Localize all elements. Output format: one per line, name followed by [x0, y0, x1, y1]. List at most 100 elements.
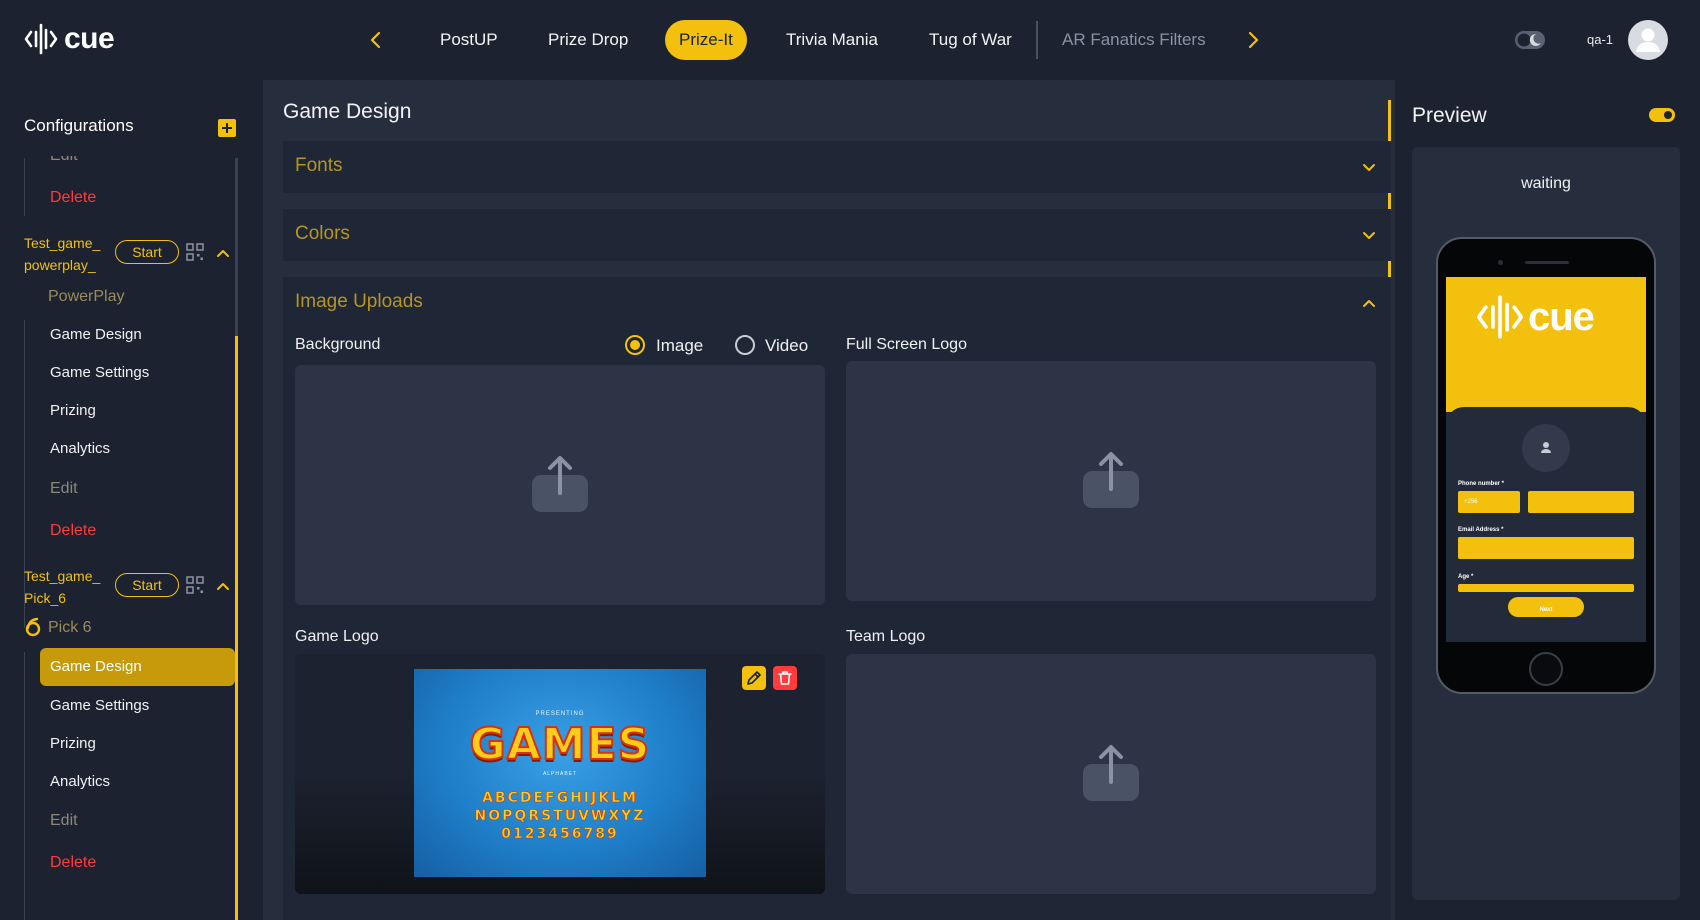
game-name[interactable]: Test_game_ Pick_6 — [24, 565, 116, 609]
upload-icon — [1083, 745, 1139, 801]
user-icon — [1541, 442, 1551, 453]
upload-icon — [532, 456, 588, 512]
logo-presenting-text: PRESENTING — [535, 711, 585, 717]
game-logo-image: PRESENTING GAMES ALPHABET ABCDEFGHIJKLM … — [414, 669, 706, 877]
tab-prize-drop[interactable]: Prize Drop — [548, 20, 628, 60]
section-title[interactable]: Colors — [295, 223, 350, 245]
sidebar-item-game-design[interactable]: Game Design — [50, 326, 142, 343]
theme-toggle-icon[interactable] — [1514, 30, 1546, 50]
country-code-select: +256 — [1458, 491, 1520, 513]
upload-icon — [1083, 452, 1139, 508]
pencil-icon — [747, 671, 761, 685]
start-button[interactable]: Start — [115, 573, 179, 597]
background-dropzone[interactable] — [295, 365, 825, 605]
age-input — [1458, 584, 1634, 592]
tab-trivia-mania[interactable]: Trivia Mania — [786, 20, 878, 60]
edit-button[interactable]: Edit — [50, 480, 78, 498]
user-icon — [1636, 28, 1660, 52]
full-screen-logo-dropzone[interactable] — [846, 361, 1376, 601]
start-button[interactable]: Start — [115, 240, 179, 264]
tab-divider — [1036, 21, 1038, 59]
tab-ar-fanatics-filters[interactable]: AR Fanatics Filters — [1062, 20, 1206, 60]
radio-video[interactable] — [735, 335, 755, 355]
logo-alphabet-row: NOPQRSTUVWXYZ — [474, 808, 646, 825]
phone-camera — [1498, 260, 1503, 265]
delete-logo-button[interactable] — [773, 666, 797, 690]
tab-postup[interactable]: PostUP — [440, 20, 498, 60]
chevron-left-icon[interactable] — [366, 28, 386, 52]
radio-image-label[interactable]: Image — [656, 336, 703, 356]
sidebar-item-prizing[interactable]: Prizing — [50, 735, 96, 752]
phone-logo: cue — [1476, 293, 1595, 341]
game-design-panel: Game Design Fonts Colors Image Uploads B… — [263, 80, 1395, 920]
phone-home-button — [1529, 652, 1563, 686]
phone-speaker — [1525, 261, 1569, 264]
phone-mockup: cue Phone number * +256 Email Address * … — [1436, 237, 1656, 694]
preview-card: waiting cue Phone number * +256 Email Ad… — [1412, 147, 1680, 900]
age-label: Age * — [1458, 574, 1474, 580]
logo-alphabet-row: ABCDEFGHIJKLM — [482, 790, 638, 807]
radio-video-label[interactable]: Video — [765, 336, 808, 356]
add-configuration-button[interactable] — [218, 119, 236, 137]
preview-title: Preview — [1412, 104, 1487, 127]
sidebar-item-analytics[interactable]: Analytics — [50, 773, 110, 790]
game-logo-dropzone[interactable]: PRESENTING GAMES ALPHABET ABCDEFGHIJKLM … — [295, 654, 825, 894]
phone-header: cue — [1446, 277, 1646, 412]
sidebar-item-analytics[interactable]: Analytics — [50, 440, 110, 457]
delete-button[interactable]: Delete — [50, 189, 96, 207]
cue-logo[interactable]: cue — [24, 22, 115, 56]
chevron-right-icon[interactable] — [1243, 28, 1263, 52]
qr-code-icon[interactable] — [186, 576, 204, 594]
sidebar-item-game-design[interactable]: Game Design — [40, 648, 235, 686]
delete-button[interactable]: Delete — [50, 522, 96, 540]
preview-status: waiting — [1521, 175, 1571, 192]
email-label: Email Address * — [1458, 527, 1504, 533]
chevron-down-icon[interactable] — [1361, 227, 1377, 243]
edit-logo-button[interactable] — [742, 666, 766, 690]
radio-image[interactable] — [625, 335, 645, 355]
chevron-down-icon[interactable] — [1361, 159, 1377, 175]
configurations-title: Configurations — [24, 116, 134, 135]
preview-toggle[interactable] — [1649, 108, 1675, 122]
delete-button[interactable]: Delete — [50, 854, 96, 872]
phone-logo-text: cue — [1528, 294, 1595, 339]
edit-button[interactable]: Edit — [50, 812, 78, 830]
game-logo-label: Game Logo — [295, 628, 379, 645]
phone-avatar — [1522, 424, 1570, 472]
pick6-icon — [25, 617, 41, 637]
soundwave-icon — [1476, 295, 1524, 339]
chevron-up-icon[interactable] — [215, 245, 231, 261]
team-logo-label: Team Logo — [846, 628, 926, 645]
section-title[interactable]: Image Uploads — [295, 291, 423, 313]
qr-code-icon[interactable] — [186, 243, 204, 261]
chevron-up-icon[interactable] — [1361, 295, 1377, 311]
team-logo-dropzone[interactable] — [846, 654, 1376, 894]
fonts-section[interactable]: Fonts — [283, 141, 1391, 193]
avatar[interactable] — [1628, 20, 1668, 60]
sidebar-scrollbar-thumb[interactable] — [235, 336, 238, 920]
sidebar: Configurations Edit Delete Test_game_ po… — [0, 80, 263, 920]
chevron-up-icon[interactable] — [215, 578, 231, 594]
colors-section[interactable]: Colors — [283, 209, 1391, 261]
sidebar-item-game-settings[interactable]: Game Settings — [50, 364, 149, 381]
sidebar-item-prizing[interactable]: Prizing — [50, 402, 96, 419]
plus-icon — [222, 123, 232, 133]
section-title[interactable]: Fonts — [295, 155, 343, 177]
preview-panel: Preview waiting cue Phone number * +256 … — [1395, 80, 1700, 920]
edit-button[interactable]: Edit — [50, 156, 78, 165]
tree-line — [24, 158, 25, 216]
tree-line — [24, 652, 25, 920]
phone-label: Phone number * — [1458, 481, 1505, 487]
username: qa-1 — [1587, 32, 1614, 47]
phone-screen: cue Phone number * +256 Email Address * … — [1446, 277, 1646, 642]
top-navigation-bar: cue PostUP Prize Drop Prize-It Trivia Ma… — [0, 0, 1700, 80]
country-code: +256 — [1464, 499, 1478, 505]
page-title: Game Design — [283, 100, 412, 123]
phone-input — [1528, 491, 1634, 513]
tab-prize-it[interactable]: Prize-It — [665, 20, 747, 60]
game-name[interactable]: Test_game_ powerplay_ — [24, 232, 116, 276]
sidebar-item-game-settings[interactable]: Game Settings — [50, 697, 149, 714]
tab-tug-of-war[interactable]: Tug of War — [929, 20, 1012, 60]
trash-icon — [778, 671, 792, 685]
next-button: Next — [1508, 597, 1584, 617]
